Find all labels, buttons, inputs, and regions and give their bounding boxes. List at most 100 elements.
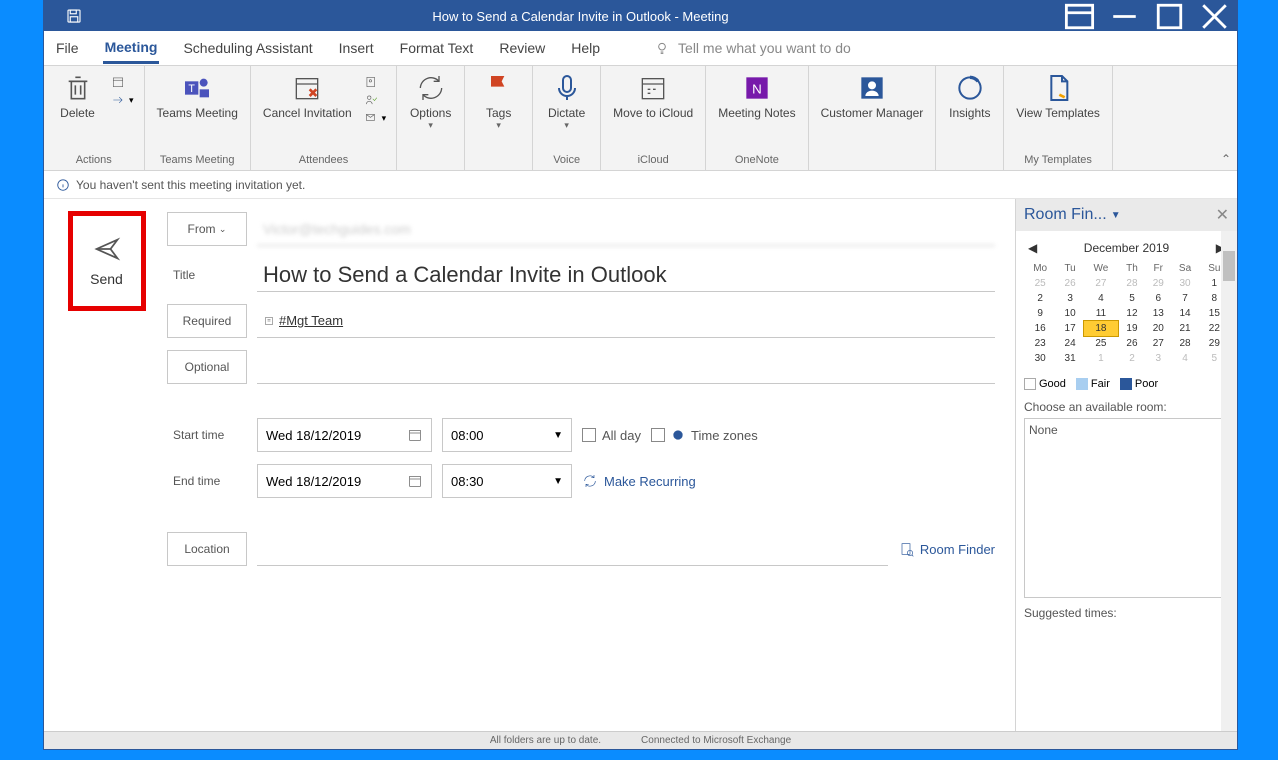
close-icon[interactable] [1192,1,1237,31]
calendar-day[interactable]: 13 [1146,306,1170,321]
calendar-day[interactable]: 26 [1118,336,1146,351]
tab-file[interactable]: File [54,34,81,62]
calendar-day[interactable]: 23 [1024,336,1056,351]
check-names-icon[interactable] [360,92,391,108]
calendar-day[interactable]: 24 [1056,336,1084,351]
ribbon-display-icon[interactable] [1057,1,1102,31]
calendar-day[interactable]: 29 [1146,276,1170,291]
tab-insert[interactable]: Insert [337,34,376,62]
from-button[interactable]: From ⌄ [167,212,247,246]
calendar-day[interactable]: 16 [1024,321,1056,336]
outlook-meeting-window: How to Send a Calendar Invite in Outlook… [43,0,1238,750]
calendar-day[interactable]: 7 [1170,291,1199,306]
required-button[interactable]: Required [167,304,247,338]
maximize-icon[interactable] [1147,1,1192,31]
calendar-day[interactable]: 25 [1084,336,1118,351]
calendar-day[interactable]: 4 [1170,351,1199,366]
group-templates: My Templates [1024,152,1092,168]
response-options-icon[interactable]: ▾ [360,110,391,126]
room-finder-link[interactable]: Room Finder [898,541,995,557]
calendar-day[interactable]: 30 [1024,351,1056,366]
calendar-day[interactable]: 19 [1118,321,1146,336]
calendar-day[interactable]: 27 [1146,336,1170,351]
room-list[interactable]: None [1024,418,1229,598]
tell-me-search[interactable]: Tell me what you want to do [654,40,851,56]
calendar-day[interactable]: 31 [1056,351,1084,366]
calendar-day[interactable]: 14 [1170,306,1199,321]
calendar-day[interactable]: 3 [1056,291,1084,306]
end-date-input[interactable]: Wed 18/12/2019 [257,464,432,498]
calendar-day[interactable]: 11 [1084,306,1118,321]
calendar-day[interactable]: 4 [1084,291,1118,306]
pane-scrollbar[interactable] [1221,231,1237,731]
tab-review[interactable]: Review [497,34,547,62]
optional-input[interactable] [257,350,995,384]
calendar-day[interactable]: 30 [1170,276,1199,291]
calendar-day[interactable]: 9 [1024,306,1056,321]
calendar-day[interactable]: 5 [1118,291,1146,306]
move-icloud-button[interactable]: Move to iCloud [607,70,699,122]
insights-button[interactable]: Insights [942,70,997,122]
delete-button[interactable]: Delete [50,70,105,122]
send-button[interactable]: Send [68,211,146,311]
required-input[interactable]: #Mgt Team [257,304,995,338]
calendar-day[interactable]: 2 [1024,291,1056,306]
all-day-checkbox[interactable]: All day [582,428,641,443]
calendar-day[interactable]: 28 [1118,276,1146,291]
pane-close-icon[interactable]: ✕ [1216,205,1229,225]
end-time-input[interactable]: 08:30▼ [442,464,572,498]
calendar-day[interactable]: 25 [1024,276,1056,291]
start-time-input[interactable]: 08:00▼ [442,418,572,452]
collapse-ribbon-icon[interactable]: ⌃ [1221,152,1231,166]
minimize-icon[interactable] [1102,1,1147,31]
calendar-day[interactable]: 1 [1084,351,1118,366]
location-input[interactable] [257,532,888,566]
lightbulb-icon [654,40,670,56]
prev-month-icon[interactable]: ◀ [1028,241,1037,255]
cancel-invitation-button[interactable]: Cancel Invitation [257,70,358,122]
calendar-day[interactable]: 27 [1084,276,1118,291]
pane-dropdown-icon[interactable]: ▼ [1111,210,1121,221]
group-teams: Teams Meeting [160,152,235,168]
calendar-day[interactable]: 21 [1170,321,1199,336]
tab-meeting[interactable]: Meeting [103,33,160,64]
dictate-button[interactable]: Dictate▾ [539,70,594,133]
calendar-day[interactable]: 18 [1084,321,1118,336]
calendar-day[interactable]: 20 [1146,321,1170,336]
customer-manager-button[interactable]: Customer Manager [815,70,930,122]
calendar-day[interactable]: 28 [1170,336,1199,351]
title-label: Title [167,258,247,292]
optional-button[interactable]: Optional [167,350,247,384]
teams-meeting-button[interactable]: T Teams Meeting [151,70,244,122]
view-templates-button[interactable]: View Templates [1010,70,1106,122]
address-book-icon[interactable] [360,74,391,90]
calendar-day[interactable]: 26 [1056,276,1084,291]
calendar-day[interactable]: 10 [1056,306,1084,321]
options-button[interactable]: Options▾ [403,70,458,133]
qat-save-icon[interactable] [44,7,104,25]
meeting-notes-button[interactable]: N Meeting Notes [712,70,801,122]
forward-small-icon[interactable]: ▾ [107,92,138,108]
calendar-day[interactable]: 3 [1146,351,1170,366]
svg-text:T: T [189,83,196,95]
make-recurring-link[interactable]: Make Recurring [582,473,696,489]
pane-title: Room Fin... [1024,206,1107,224]
start-date-input[interactable]: Wed 18/12/2019 [257,418,432,452]
calendar-small-icon[interactable] [107,74,138,90]
calendar-day[interactable]: 6 [1146,291,1170,306]
calendar-day[interactable]: 12 [1118,306,1146,321]
tab-format[interactable]: Format Text [398,34,476,62]
ribbon: Delete ▾ Actions T Teams Meeting Teams M… [44,66,1237,171]
calendar-day[interactable]: 2 [1118,351,1146,366]
calendar-day[interactable]: 17 [1056,321,1084,336]
insights-icon [954,72,986,104]
suggested-times-label: Suggested times: [1024,606,1229,620]
time-zones-checkbox[interactable]: Time zones [651,428,758,443]
location-button[interactable]: Location [167,532,247,566]
onenote-icon: N [741,72,773,104]
tab-help[interactable]: Help [569,34,602,62]
tags-button[interactable]: Tags▾ [471,70,526,133]
title-input[interactable]: How to Send a Calendar Invite in Outlook [257,258,995,292]
meeting-form: Send From ⌄ Victor@techguides.com Title … [44,199,1015,731]
tab-scheduling[interactable]: Scheduling Assistant [181,34,314,62]
